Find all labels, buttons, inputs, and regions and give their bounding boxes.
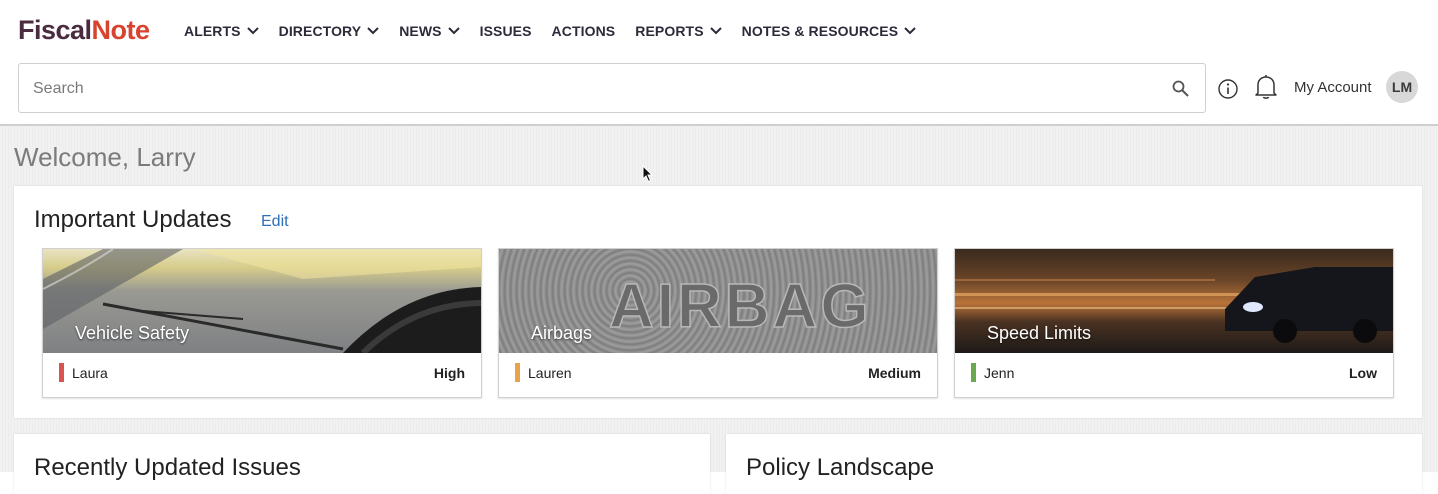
card-owner: Lauren bbox=[528, 365, 572, 381]
nav-alerts[interactable]: ALERTS bbox=[184, 23, 259, 39]
update-card-speed-limits[interactable]: Speed Limits Jenn Low bbox=[954, 248, 1394, 398]
nav-directory[interactable]: DIRECTORY bbox=[279, 23, 380, 39]
search-input[interactable] bbox=[31, 76, 1155, 102]
chevron-down-icon bbox=[447, 27, 460, 35]
priority-indicator bbox=[515, 363, 520, 382]
nav-alerts-label: ALERTS bbox=[184, 23, 241, 39]
nav-issues-label: ISSUES bbox=[479, 23, 532, 39]
chevron-down-icon bbox=[367, 27, 379, 35]
mouse-cursor-icon bbox=[642, 165, 654, 183]
priority-indicator bbox=[971, 363, 976, 382]
my-account-link[interactable]: My Account bbox=[1294, 79, 1372, 96]
chevron-down-icon bbox=[246, 27, 259, 35]
nav-actions-label: ACTIONS bbox=[551, 23, 616, 39]
important-updates-title: Important Updates bbox=[34, 206, 232, 233]
nav-actions[interactable]: ACTIONS bbox=[552, 23, 616, 39]
card-title: Speed Limits bbox=[987, 323, 1092, 343]
card-title: Airbags bbox=[531, 323, 593, 343]
policy-landscape-title: Policy Landscape bbox=[746, 454, 935, 481]
recent-issues-panel: Recently Updated Issues bbox=[14, 434, 710, 494]
nav-notes-resources[interactable]: NOTES & RESOURCES bbox=[742, 23, 917, 39]
nav-news[interactable]: NEWS bbox=[399, 23, 460, 39]
chevron-down-icon bbox=[904, 27, 916, 35]
nav-issues[interactable]: ISSUES bbox=[480, 23, 532, 39]
important-updates-panel: Important Updates Edit Vehicle Safety La… bbox=[14, 186, 1422, 418]
card-footer: Lauren Medium bbox=[499, 353, 937, 397]
welcome-heading: Welcome, Larry bbox=[14, 142, 196, 172]
card-footer: Laura High bbox=[43, 353, 481, 397]
card-title: Vehicle Safety bbox=[75, 323, 190, 343]
svg-text:AIRBAG: AIRBAG bbox=[609, 272, 872, 341]
logo-part-fiscal: Fiscal bbox=[18, 15, 92, 45]
search-icon[interactable] bbox=[1171, 79, 1191, 99]
policy-landscape-panel: Policy Landscape bbox=[726, 434, 1422, 494]
card-footer: Jenn Low bbox=[955, 353, 1393, 397]
edit-updates-link[interactable]: Edit bbox=[261, 213, 289, 231]
card-priority: Low bbox=[1349, 365, 1377, 381]
nav-news-label: NEWS bbox=[399, 23, 442, 39]
update-card-airbags[interactable]: AIRBAG Airbags Lauren Medium bbox=[498, 248, 938, 398]
nav-reports[interactable]: REPORTS bbox=[635, 23, 722, 39]
update-card-vehicle-safety[interactable]: Vehicle Safety Laura High bbox=[42, 248, 482, 398]
nav-reports-label: REPORTS bbox=[635, 23, 704, 39]
recent-issues-title: Recently Updated Issues bbox=[34, 454, 301, 481]
fiscalnote-logo[interactable]: FiscalNote bbox=[18, 14, 150, 46]
top-navigation: FiscalNote ALERTS DIRECTORY NEWS ISSUES … bbox=[0, 0, 1438, 60]
notification-bell-icon[interactable] bbox=[1253, 73, 1279, 101]
logo-part-note: Note bbox=[91, 15, 151, 45]
chevron-down-icon bbox=[709, 27, 722, 35]
card-priority: Medium bbox=[868, 365, 921, 381]
card-owner: Laura bbox=[72, 365, 108, 381]
card-priority: High bbox=[433, 365, 465, 381]
nav-notes-resources-label: NOTES & RESOURCES bbox=[741, 23, 899, 39]
priority-indicator bbox=[59, 363, 64, 382]
info-icon[interactable] bbox=[1217, 78, 1239, 100]
card-owner: Jenn bbox=[984, 365, 1015, 381]
search-bar bbox=[18, 63, 1206, 113]
avatar[interactable]: LM bbox=[1386, 71, 1418, 103]
nav-directory-label: DIRECTORY bbox=[278, 23, 362, 39]
main-menu: ALERTS DIRECTORY NEWS ISSUES ACTIONS REP… bbox=[184, 20, 936, 42]
